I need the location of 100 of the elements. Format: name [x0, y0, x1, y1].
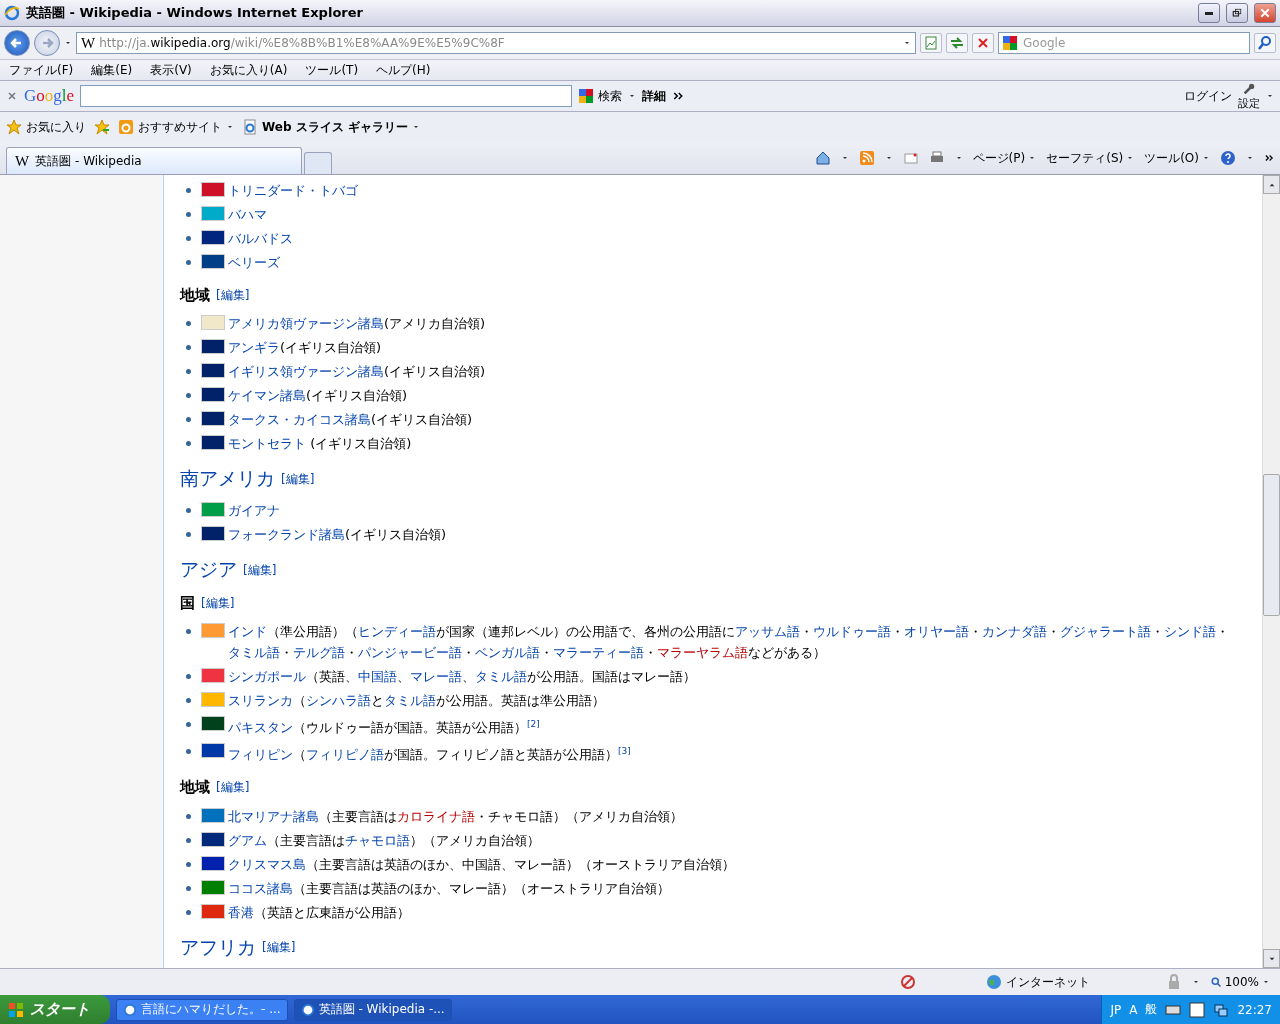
link[interactable]: パンジャービー語 — [358, 645, 462, 660]
link[interactable]: ベンガル語 — [475, 645, 540, 660]
close-icon — [1259, 7, 1271, 19]
compatibility-button[interactable] — [920, 33, 942, 53]
start-button[interactable]: スタート — [0, 995, 110, 1024]
reference-link[interactable]: [2] — [527, 719, 540, 729]
link[interactable]: タミル語 — [384, 693, 436, 708]
link[interactable]: アンギラ — [228, 340, 280, 355]
link[interactable]: 中国語 — [358, 669, 397, 684]
link[interactable]: カロライナ語 — [397, 808, 475, 824]
list-item-text: グアム（主要言語はチャモロ語）（アメリカ自治領） — [228, 831, 541, 850]
link[interactable]: マラーヤラム語 — [657, 645, 748, 660]
restore-icon — [1231, 7, 1243, 19]
reference-link[interactable]: [3] — [618, 746, 631, 757]
link[interactable]: ケイマン諸島 — [228, 388, 306, 403]
edit-link[interactable]: [編集] — [216, 779, 250, 797]
settings-button[interactable]: 設定 — [1238, 81, 1260, 111]
link[interactable]: クリスマス島 — [228, 856, 306, 872]
menu-item[interactable]: 表示(V) — [150, 61, 192, 79]
command-menu[interactable]: ページ(P) — [972, 149, 1037, 167]
link[interactable]: イギリス領ヴァージン諸島 — [228, 364, 384, 379]
dropdown-caret-icon — [64, 39, 72, 47]
edit-link[interactable]: [編集] — [243, 561, 277, 579]
link[interactable]: ガイアナ — [228, 503, 280, 518]
taskbar-button[interactable]: 英語圏 - Wikipedia -... — [293, 998, 452, 1021]
link[interactable]: ココス諸島 — [228, 880, 293, 896]
command-menu[interactable]: セーフティ(S) — [1046, 149, 1135, 167]
menu-item[interactable]: ツール(T) — [305, 61, 359, 79]
back-button[interactable] — [4, 30, 30, 56]
link[interactable]: シンド語 — [1164, 624, 1216, 639]
link[interactable]: グアム — [228, 832, 267, 848]
restore-button[interactable] — [1226, 3, 1248, 23]
subsection-heading: 地域 — [180, 778, 210, 798]
bullet-icon — [186, 417, 191, 422]
google-icon — [1002, 35, 1018, 51]
close-button[interactable] — [1254, 3, 1276, 23]
link[interactable]: マラーティー語 — [553, 645, 644, 660]
link[interactable]: インド — [228, 624, 267, 639]
toolbar-search-field[interactable] — [80, 85, 573, 107]
bullet-icon — [186, 321, 191, 326]
link[interactable]: 北マリアナ諸島 — [228, 808, 319, 824]
zoom-menu[interactable]: 100% — [1209, 975, 1270, 989]
link[interactable]: グジャラート語 — [1060, 624, 1151, 639]
link[interactable]: タミル語 — [475, 669, 527, 684]
address-field[interactable]: W http://ja.wikipedia.org/wiki/%E8%8B%B1%E8%AA%9E%E5%9C%8F — [76, 32, 916, 54]
web-slice-gallery-button[interactable]: Web スライス ギャラリー — [242, 118, 420, 136]
link[interactable]: ベリーズ — [228, 255, 280, 270]
more-button[interactable]: 詳細 — [642, 87, 667, 105]
link[interactable]: テルグ語 — [293, 645, 345, 660]
link[interactable]: マレー語 — [410, 669, 462, 684]
edit-link[interactable]: [編集] — [281, 470, 315, 488]
caret-icon — [226, 123, 234, 131]
link[interactable]: 香港 — [228, 904, 254, 920]
forward-button[interactable] — [34, 30, 60, 56]
link[interactable]: オリヤー語 — [904, 624, 969, 639]
login-button[interactable]: ログイン — [1184, 87, 1232, 105]
link[interactable]: シンハラ語 — [306, 693, 371, 708]
command-menu[interactable]: ツール(O) — [1144, 149, 1210, 167]
link[interactable]: カンナダ語 — [982, 624, 1047, 639]
menu-item[interactable]: 編集(E) — [91, 61, 133, 79]
list-item-text: 北マリアナ諸島（主要言語はカロライナ語・チャモロ語）（アメリカ自治領） — [228, 807, 684, 826]
menu-item[interactable]: ヘルプ(H) — [376, 61, 431, 79]
link[interactable]: フィリピノ語 — [306, 747, 384, 763]
link[interactable]: タークス・カイコス諸島 — [228, 412, 371, 427]
page-icon — [242, 119, 258, 135]
taskbar-button[interactable]: 言語にハマりだした。- ... — [116, 998, 288, 1021]
link[interactable]: ヒンディー語 — [358, 624, 436, 639]
bullet-icon — [186, 837, 191, 843]
link[interactable]: ウルドゥー語 — [813, 624, 891, 639]
scroll-thumb[interactable] — [1263, 474, 1280, 616]
link[interactable]: フィリピン — [228, 747, 293, 763]
link[interactable]: バハマ — [228, 207, 267, 222]
browser-tab[interactable]: W 英語圏 - Wikipedia — [6, 147, 302, 174]
link[interactable]: パキスタン — [228, 720, 293, 736]
link[interactable]: チャモロ語 — [345, 832, 410, 848]
bullet-icon — [186, 674, 191, 679]
link[interactable]: フォークランド諸島 — [228, 527, 345, 542]
link[interactable]: アッサム語 — [735, 624, 800, 639]
menu-item[interactable]: お気に入り(A) — [209, 61, 288, 79]
google-logo: Google — [24, 86, 75, 106]
favorites-button[interactable]: お気に入り — [6, 118, 86, 136]
link[interactable]: シンガポール — [228, 669, 306, 684]
link[interactable]: トリニダード・トバゴ — [228, 183, 358, 198]
refresh-button[interactable] — [946, 33, 968, 53]
link[interactable]: アメリカ領ヴァージン諸島 — [228, 316, 384, 331]
suggested-sites-button[interactable]: おすすめサイト — [118, 118, 234, 136]
link[interactable]: バルバドス — [228, 231, 293, 246]
menu-item[interactable]: ファイル(F) — [9, 61, 74, 79]
edit-link[interactable]: [編集] — [216, 286, 250, 304]
minimize-button[interactable] — [1198, 3, 1220, 23]
edit-link[interactable]: [編集] — [201, 594, 235, 612]
search-button[interactable]: 検索 — [578, 87, 623, 105]
search-button[interactable] — [1254, 33, 1276, 53]
link[interactable]: タミル語 — [228, 645, 280, 660]
link[interactable]: スリランカ — [228, 693, 293, 708]
link[interactable]: モントセラト — [228, 436, 306, 451]
search-field[interactable]: Google — [998, 32, 1250, 54]
stop-button[interactable] — [972, 33, 994, 53]
scrollbar[interactable] — [1262, 175, 1280, 968]
edit-link[interactable]: [編集] — [262, 939, 296, 957]
